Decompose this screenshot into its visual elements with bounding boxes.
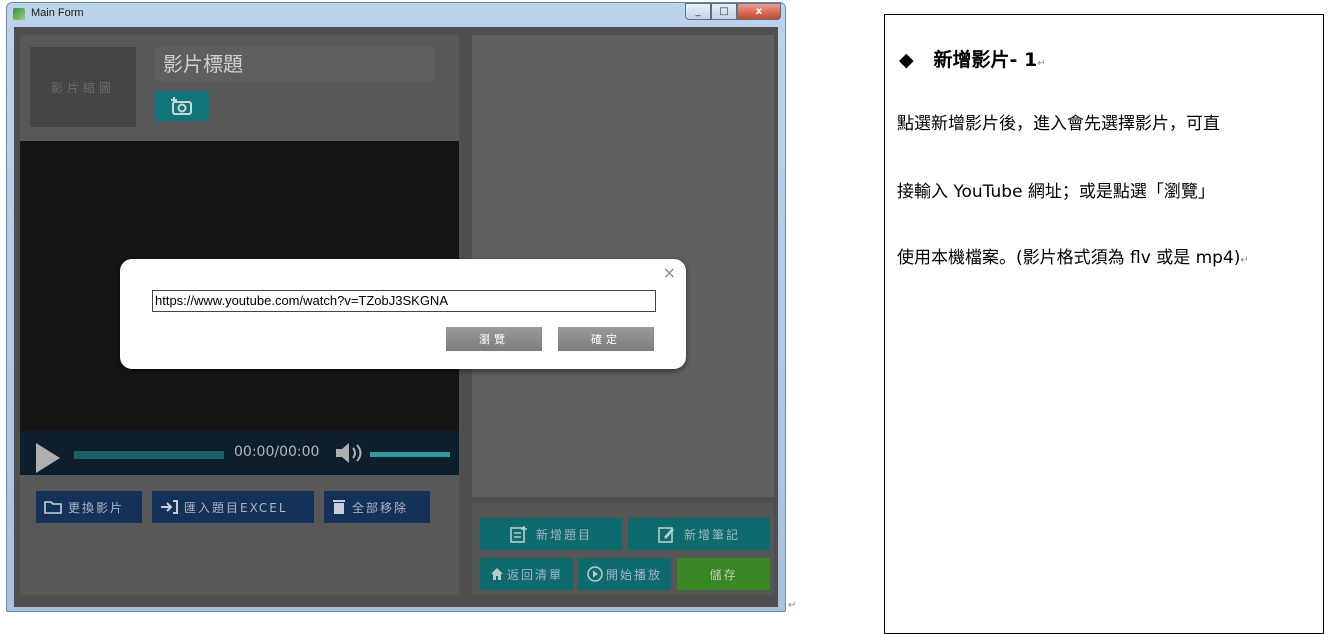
browse-button[interactable]: 瀏覽 — [446, 327, 542, 351]
video-url-input[interactable]: https://www.youtube.com/watch?v=TZobJ3SK… — [152, 290, 656, 312]
title-bar[interactable]: Main Form _ □ x — [7, 3, 785, 25]
minimize-button[interactable]: _ — [685, 3, 711, 20]
doc-line-3-text: 使用本機檔案。(影片格式須為 flv 或是 mp4) — [897, 248, 1241, 268]
minimize-icon: _ — [695, 6, 701, 17]
confirm-button[interactable]: 確定 — [558, 327, 654, 351]
close-button[interactable]: x — [737, 3, 781, 20]
app-icon — [13, 8, 25, 20]
doc-line-1: 點選新增影片後，進入會先選擇影片，可直 — [897, 114, 1220, 134]
close-icon: x — [755, 6, 763, 17]
client-area: 影片縮圖 影片標題 00:00/00:00 更換影片 匯入題目EXCEL 全部移… — [14, 27, 778, 607]
maximize-icon: □ — [719, 6, 729, 17]
select-video-dialog: × https://www.youtube.com/watch?v=TZobJ3… — [120, 259, 686, 369]
doc-line-3: 使用本機檔案。(影片格式須為 flv 或是 mp4)↵ — [897, 243, 1249, 268]
section-heading: ◆ 新增影片- 1↵ — [899, 45, 1046, 72]
maximize-button[interactable]: □ — [711, 3, 737, 20]
line-paragraph-mark: ↵ — [1240, 255, 1249, 266]
doc-line-2: 接輸入 YouTube 網址；或是點選「瀏覽」 — [897, 182, 1215, 202]
main-form-window: Main Form _ □ x 影片縮圖 影片標題 00:00/00:00 更換… — [6, 2, 786, 612]
window-controls: _ □ x — [685, 3, 781, 21]
bullet-icon: ◆ — [899, 49, 914, 71]
window-title: Main Form — [31, 7, 84, 19]
heading-text: 新增影片- 1 — [933, 49, 1038, 71]
heading-paragraph-mark: ↵ — [1037, 58, 1046, 69]
instruction-document: ◆ 新增影片- 1↵ 點選新增影片後，進入會先選擇影片，可直 接輸入 YouTu… — [884, 14, 1324, 634]
paragraph-mark: ↵ — [788, 600, 797, 611]
dialog-close-icon[interactable]: × — [663, 263, 676, 282]
